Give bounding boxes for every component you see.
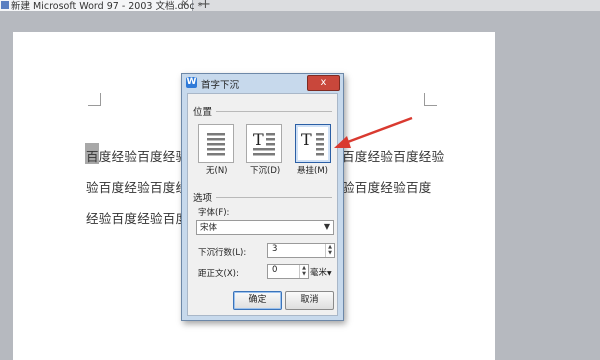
annotation-arrow	[334, 116, 413, 148]
annotation-arrow-line	[344, 116, 413, 145]
annotation-arrow-head	[334, 136, 351, 148]
